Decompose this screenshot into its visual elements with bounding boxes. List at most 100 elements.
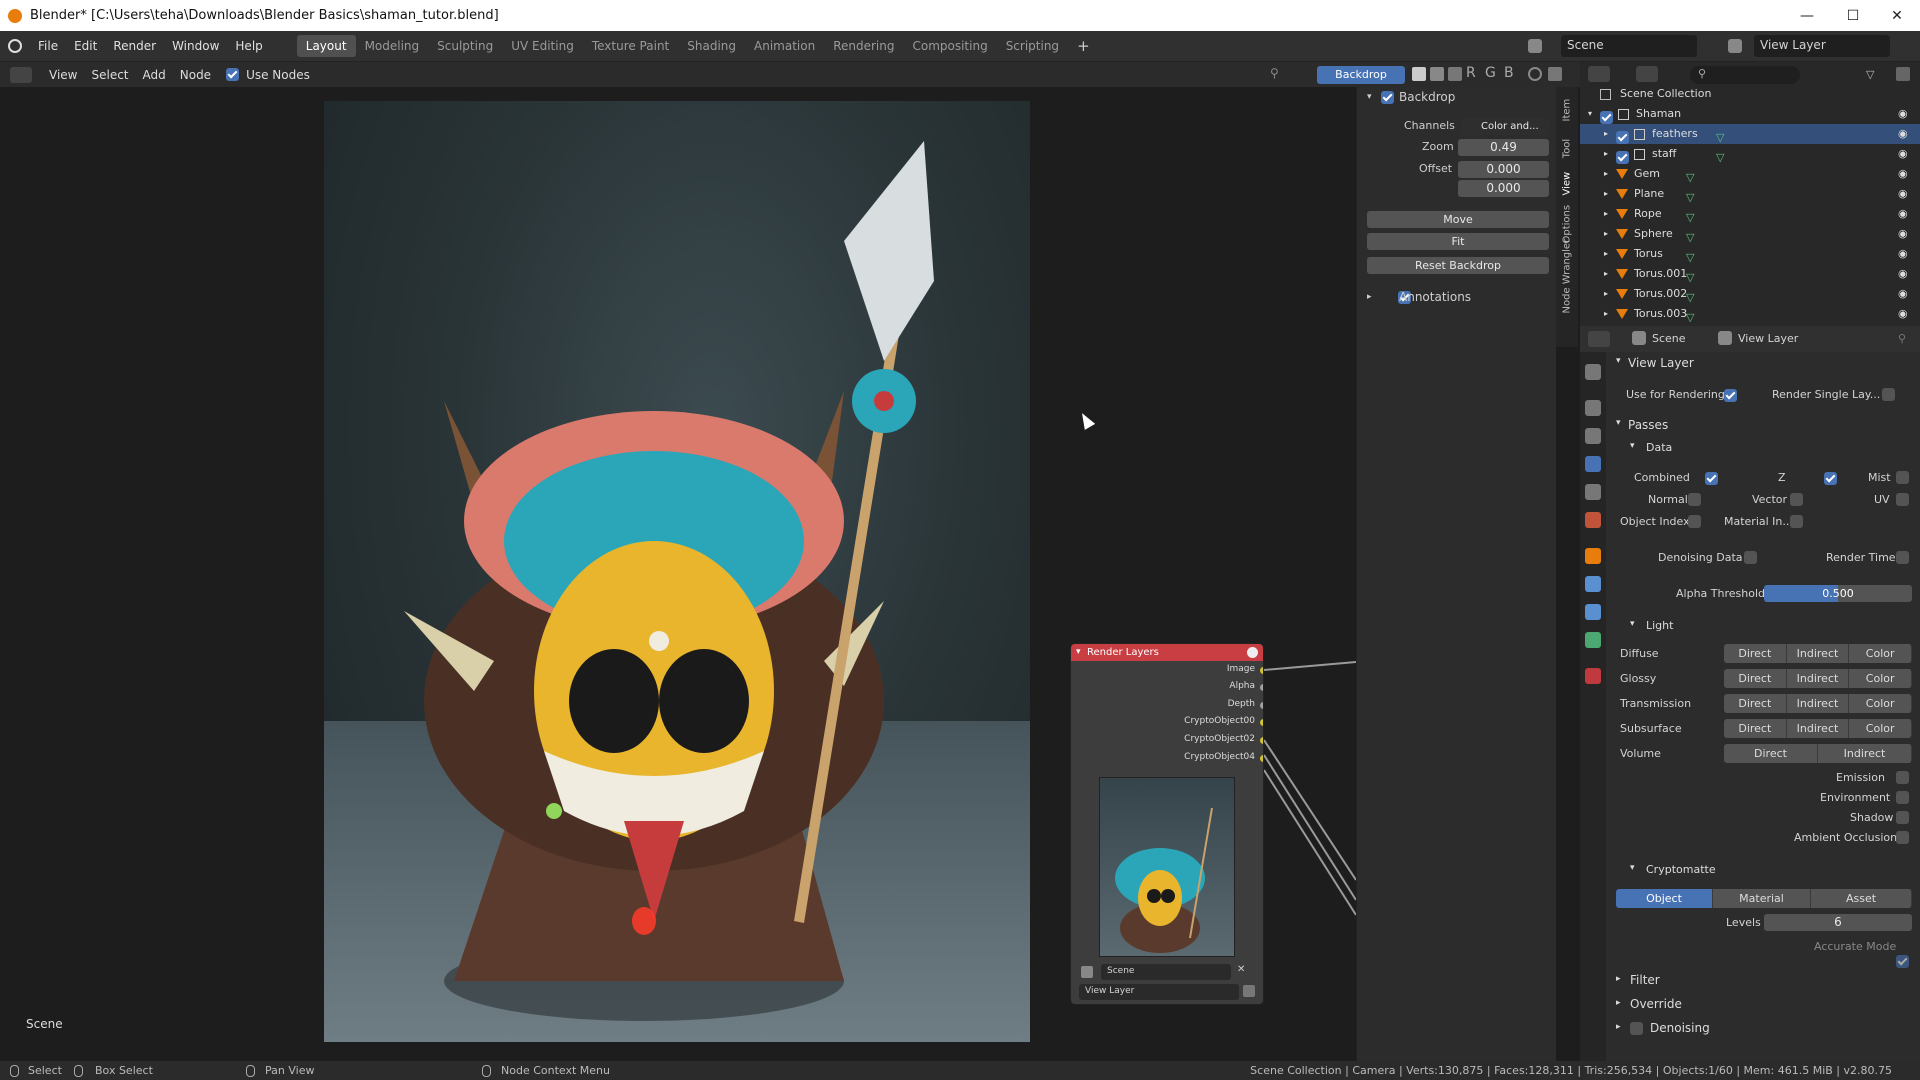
light-pass-direct-button[interactable]: Direct (1724, 669, 1787, 688)
socket-dot[interactable] (1260, 667, 1263, 674)
outliner-row[interactable]: ▸ Rope ▽ ◉ (1580, 204, 1920, 224)
texture-tab-icon[interactable] (1585, 668, 1601, 684)
physics-tab-icon[interactable] (1585, 604, 1601, 620)
render-single-layer-checkbox[interactable] (1882, 388, 1895, 401)
color-icon[interactable] (1430, 67, 1444, 81)
object-tab-icon[interactable] (1585, 548, 1601, 564)
visibility-eye-icon[interactable]: ◉ (1898, 304, 1908, 324)
backdrop-toggle-button[interactable]: Backdrop (1317, 66, 1405, 84)
tab-modeling[interactable]: Modeling (356, 35, 429, 57)
view-layer-icon[interactable] (1728, 39, 1742, 53)
outliner-row[interactable]: ▸ Plane ▽ ◉ (1580, 184, 1920, 204)
collection-checkbox[interactable] (1616, 130, 1629, 144)
scene-selector[interactable]: Scene (1561, 35, 1697, 57)
menu-node[interactable]: Node (173, 68, 218, 82)
light-pass-indirect-button[interactable]: Indirect (1786, 644, 1850, 663)
close-window-button[interactable]: ✕ (1874, 0, 1920, 31)
outliner-type-icon[interactable] (1588, 66, 1610, 82)
view-layer-expand-icon[interactable]: ▾ (1616, 356, 1621, 366)
alpha-icon[interactable] (1448, 67, 1462, 81)
channel-b[interactable]: B (1504, 65, 1514, 81)
output-tab-icon[interactable] (1585, 428, 1601, 444)
view-layer-tab-icon[interactable] (1585, 456, 1601, 472)
minimize-button[interactable]: — (1784, 0, 1830, 31)
fit-button[interactable]: Fit (1367, 233, 1549, 250)
crypto-material-button[interactable]: Material (1713, 889, 1811, 908)
tab-rendering[interactable]: Rendering (824, 35, 903, 57)
add-workspace-icon[interactable]: + (1068, 33, 1099, 59)
properties-type-icon[interactable] (1588, 331, 1610, 347)
visibility-eye-icon[interactable]: ◉ (1898, 104, 1908, 124)
socket-cryptoobject02[interactable]: CryptoObject02 (1184, 734, 1263, 744)
emission-checkbox[interactable] (1896, 771, 1909, 784)
outliner-search-input[interactable]: ⚲ (1690, 66, 1800, 84)
visibility-eye-icon[interactable]: ◉ (1898, 204, 1908, 224)
tab-animation[interactable]: Animation (745, 35, 824, 57)
light-pass-indirect-button[interactable]: Indirect (1818, 744, 1912, 763)
scene-tab-icon[interactable] (1585, 484, 1601, 500)
socket-dot[interactable] (1260, 684, 1263, 691)
channel-g[interactable]: G (1485, 65, 1496, 81)
node-view-layer-field[interactable]: View Layer (1079, 984, 1239, 1000)
node-scene-field[interactable]: Scene (1101, 964, 1231, 980)
node-scene-clear-icon[interactable]: ✕ (1237, 964, 1245, 975)
offset-y-field[interactable]: 0.000 (1458, 180, 1549, 197)
view-layer-selector[interactable]: View Layer (1754, 35, 1890, 57)
expand-icon[interactable]: ▸ (1604, 264, 1608, 284)
outliner-row[interactable]: ▸ staff ▽ ◉ (1580, 144, 1920, 164)
outliner-row[interactable]: ▸ Torus.002 ▽ ◉ (1580, 284, 1920, 304)
mesh-data-icon[interactable]: ▽ (1686, 308, 1694, 328)
offset-x-field[interactable]: 0.000 (1458, 161, 1549, 178)
visibility-eye-icon[interactable]: ◉ (1898, 264, 1908, 284)
tab-sculpting[interactable]: Sculpting (428, 35, 502, 57)
render-layer-icon[interactable] (1243, 985, 1255, 997)
outliner-row[interactable]: ▸ Torus.001 ▽ ◉ (1580, 264, 1920, 284)
use-for-rendering-checkbox[interactable] (1724, 389, 1737, 402)
scene-icon[interactable] (1528, 39, 1542, 53)
outliner-row[interactable]: ▸ feathers ▽ ◉ (1580, 124, 1920, 144)
levels-field[interactable]: 6 (1764, 914, 1912, 931)
denoising-expand-icon[interactable]: ▸ (1616, 1022, 1621, 1032)
z-checkbox[interactable] (1823, 472, 1837, 485)
shadow-checkbox[interactable] (1896, 811, 1909, 824)
vector-checkbox[interactable] (1790, 493, 1803, 506)
visibility-eye-icon[interactable]: ◉ (1898, 284, 1908, 304)
channels-dropdown[interactable]: Color and... (1461, 118, 1549, 135)
backdrop-expand-icon[interactable]: ▾ (1367, 92, 1372, 102)
pin-icon[interactable]: ⚲ (1270, 66, 1284, 80)
alpha-threshold-slider[interactable]: 0.500 (1764, 585, 1912, 602)
expand-icon[interactable]: ▸ (1604, 184, 1608, 204)
socket-image[interactable]: Image (1227, 664, 1263, 674)
environment-checkbox[interactable] (1896, 791, 1909, 804)
socket-depth[interactable]: Depth (1228, 699, 1263, 709)
socket-alpha[interactable]: Alpha (1229, 681, 1263, 691)
use-nodes-checkbox[interactable] (226, 68, 240, 81)
menu-select[interactable]: Select (84, 68, 135, 82)
combined-checkbox[interactable] (1704, 472, 1718, 485)
menu-file[interactable]: File (30, 39, 66, 53)
expand-icon[interactable]: ▸ (1604, 204, 1608, 224)
filter-expand-icon[interactable]: ▸ (1616, 974, 1621, 984)
accurate-mode-checkbox[interactable] (1896, 955, 1909, 968)
visibility-eye-icon[interactable]: ◉ (1898, 184, 1908, 204)
tool-tab-icon[interactable] (1585, 364, 1601, 380)
outliner-row[interactable]: ▸ Sphere ▽ ◉ (1580, 224, 1920, 244)
pin-icon[interactable]: ⚲ (1898, 332, 1906, 345)
tab-view[interactable]: View (1562, 172, 1573, 196)
render-tab-icon[interactable] (1585, 400, 1601, 416)
socket-dot[interactable] (1260, 755, 1263, 762)
expand-icon[interactable]: ▸ (1604, 284, 1608, 304)
visibility-eye-icon[interactable]: ◉ (1898, 164, 1908, 184)
props-view-layer-crumb[interactable]: View Layer (1738, 332, 1798, 345)
outliner-row-scene-collection[interactable]: Scene Collection (1580, 84, 1920, 104)
object-index-checkbox[interactable] (1688, 515, 1701, 528)
ambient-occlusion-checkbox[interactable] (1896, 831, 1909, 844)
expand-icon[interactable]: ▸ (1604, 304, 1608, 324)
denoising-data-checkbox[interactable] (1744, 551, 1757, 564)
collection-checkbox[interactable] (1600, 110, 1613, 124)
expand-icon[interactable]: ▸ (1604, 164, 1608, 184)
outliner-row[interactable]: ▾ Shaman ◉ (1580, 104, 1920, 124)
visibility-eye-icon[interactable]: ◉ (1898, 224, 1908, 244)
reset-backdrop-button[interactable]: Reset Backdrop (1367, 257, 1549, 274)
light-pass-direct-button[interactable]: Direct (1724, 719, 1787, 738)
